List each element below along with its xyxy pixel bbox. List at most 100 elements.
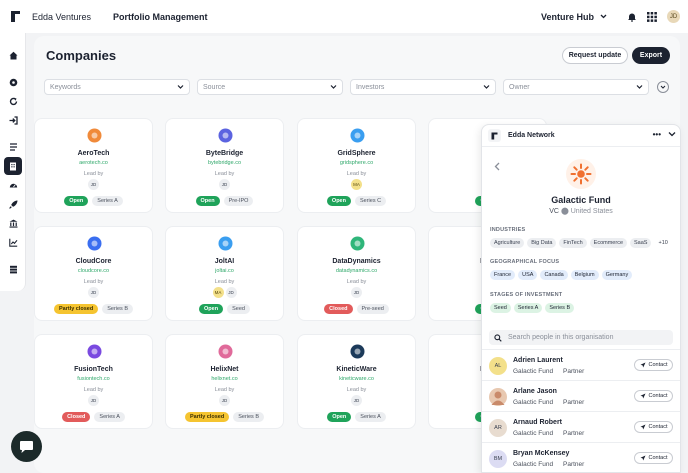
compass-icon[interactable] <box>4 73 22 91</box>
app-logo[interactable] <box>0 0 30 33</box>
person-name[interactable]: Arlane Jason <box>513 388 557 395</box>
company-badges: Open Pre-IPO <box>166 196 283 206</box>
company-url[interactable]: fusiontech.co <box>35 376 152 382</box>
company-url[interactable]: gridsphere.co <box>298 160 415 166</box>
request-update-button[interactable]: Request update <box>562 47 628 64</box>
company-url[interactable]: helixnet.co <box>166 376 283 382</box>
venture-hub-dropdown[interactable]: Venture Hub <box>541 12 607 22</box>
home-icon[interactable] <box>4 46 22 64</box>
company-url[interactable]: bytebridge.co <box>166 160 283 166</box>
status-badge: Partly closed <box>53 304 99 314</box>
stage-badge: Series B <box>102 304 134 314</box>
menu-icon[interactable] <box>4 138 22 156</box>
stage-badge: Pre-seed <box>356 304 389 314</box>
location-pin-icon: ⬤ <box>560 208 571 215</box>
chevron-down-icon[interactable] <box>668 130 676 138</box>
company-url[interactable]: joltai.co <box>166 268 283 274</box>
company-card[interactable]: CloudCore cloudcore.co Lead by JD Partly… <box>34 226 153 321</box>
person-name[interactable]: Arnaud Robert <box>513 419 562 426</box>
login-icon[interactable] <box>4 111 22 129</box>
lead-avatar: JD <box>88 179 99 190</box>
chat-button[interactable] <box>11 431 42 462</box>
fund-location: United States <box>570 208 613 215</box>
contact-button[interactable]: Contact <box>634 359 673 371</box>
lead-avatars: JD <box>35 287 152 298</box>
dashboard-icon[interactable] <box>4 176 22 194</box>
lead-avatar: MA <box>351 179 362 190</box>
export-button[interactable]: Export <box>632 47 670 64</box>
bank-icon[interactable] <box>4 214 22 232</box>
stage-badge: Seed <box>227 304 250 314</box>
contact-button[interactable]: Contact <box>634 452 673 464</box>
company-url[interactable]: cloudcore.co <box>35 268 152 274</box>
investors-filter[interactable]: Investors <box>350 79 496 95</box>
person-role: Partner <box>563 461 585 468</box>
company-card[interactable]: ByteBridge bytebridge.co Lead by JD Open… <box>165 118 284 213</box>
contact-label: Contact <box>648 393 668 399</box>
person-fund: Galactic Fund <box>513 461 554 468</box>
lead-label: Lead by <box>214 171 235 177</box>
building-icon[interactable] <box>4 157 22 175</box>
company-badges: Partly closed Series B <box>35 304 152 314</box>
geo-title: GEOGRAPHICAL FOCUS <box>490 259 560 265</box>
person-initials: AR <box>494 425 502 431</box>
fund-meta: VC ⬤ United States <box>482 207 680 215</box>
more-filters-button[interactable] <box>657 81 669 93</box>
sidebar <box>0 33 26 291</box>
lead-label: Lead by <box>83 279 104 285</box>
company-card[interactable]: KineticWare kineticware.co Lead by JD Op… <box>297 334 416 429</box>
company-name: FusionTech <box>74 366 113 373</box>
tag-chip: France <box>490 270 516 280</box>
company-card[interactable]: DataDynamics datadynamics.co Lead by JD … <box>297 226 416 321</box>
company-badges: Partly closed Series B <box>166 412 283 422</box>
company-url[interactable]: aerotech.co <box>35 160 152 166</box>
source-filter[interactable]: Source <box>197 79 343 95</box>
lead-avatars: JD <box>166 395 283 406</box>
people-search-input[interactable]: Search people in this organisation <box>489 330 673 345</box>
stages-title: STAGES OF INVESTMENT <box>490 292 563 298</box>
chevron-down-icon <box>330 85 337 89</box>
org-name[interactable]: Edda Ventures <box>32 12 91 22</box>
company-card[interactable]: AeroTech aerotech.co Lead by JD Open Ser… <box>34 118 153 213</box>
more-options-icon[interactable]: ••• <box>653 130 661 139</box>
panel-title: Edda Network <box>508 132 555 139</box>
lead-avatars: JD <box>166 179 283 190</box>
keywords-filter[interactable]: Keywords <box>44 79 190 95</box>
company-badges: Closed Series A <box>35 412 152 422</box>
company-card[interactable]: JoltAI joltai.co Lead by MA JD Open Seed <box>165 226 284 321</box>
lead-label: Lead by <box>83 171 104 177</box>
edda-logo <box>488 129 501 142</box>
person-name[interactable]: Bryan McKensey <box>513 450 569 457</box>
refresh-icon[interactable] <box>4 92 22 110</box>
lead-avatar: JD <box>225 287 237 298</box>
company-logo <box>86 343 103 360</box>
panel-header: Edda Network ••• <box>482 125 680 147</box>
company-url[interactable]: datadynamics.co <box>298 268 415 274</box>
page-name[interactable]: Portfolio Management <box>113 12 208 22</box>
apps-grid-icon[interactable] <box>647 11 657 22</box>
chart-icon[interactable] <box>4 233 22 251</box>
rocket-icon[interactable] <box>4 195 22 213</box>
owner-filter[interactable]: Owner <box>503 79 649 95</box>
company-name: GridSphere <box>337 150 376 157</box>
lead-avatars: JD <box>298 395 415 406</box>
company-url[interactable]: kineticware.co <box>298 376 415 382</box>
stack-icon[interactable] <box>4 260 22 278</box>
person-avatar: BM <box>489 450 507 468</box>
person-fund: Galactic Fund <box>513 368 554 375</box>
company-name: ByteBridge <box>205 150 244 157</box>
status-badge: Closed <box>324 304 353 314</box>
person-name[interactable]: Adrien Laurent <box>513 357 563 364</box>
contact-label: Contact <box>648 455 668 461</box>
contact-button[interactable]: Contact <box>634 390 673 402</box>
company-card[interactable]: GridSphere gridsphere.co Lead by MA Open… <box>297 118 416 213</box>
bell-icon[interactable] <box>627 12 637 22</box>
stage-badge: Pre-IPO <box>223 196 254 206</box>
contact-button[interactable]: Contact <box>634 421 673 433</box>
company-card[interactable]: FusionTech fusiontech.co Lead by JD Clos… <box>34 334 153 429</box>
back-arrow-icon[interactable] <box>494 162 500 171</box>
company-card[interactable]: HelixNet helixnet.co Lead by JD Partly c… <box>165 334 284 429</box>
user-avatar[interactable]: JD <box>667 10 680 23</box>
company-name: CloudCore <box>75 258 112 265</box>
company-logo <box>86 127 103 144</box>
